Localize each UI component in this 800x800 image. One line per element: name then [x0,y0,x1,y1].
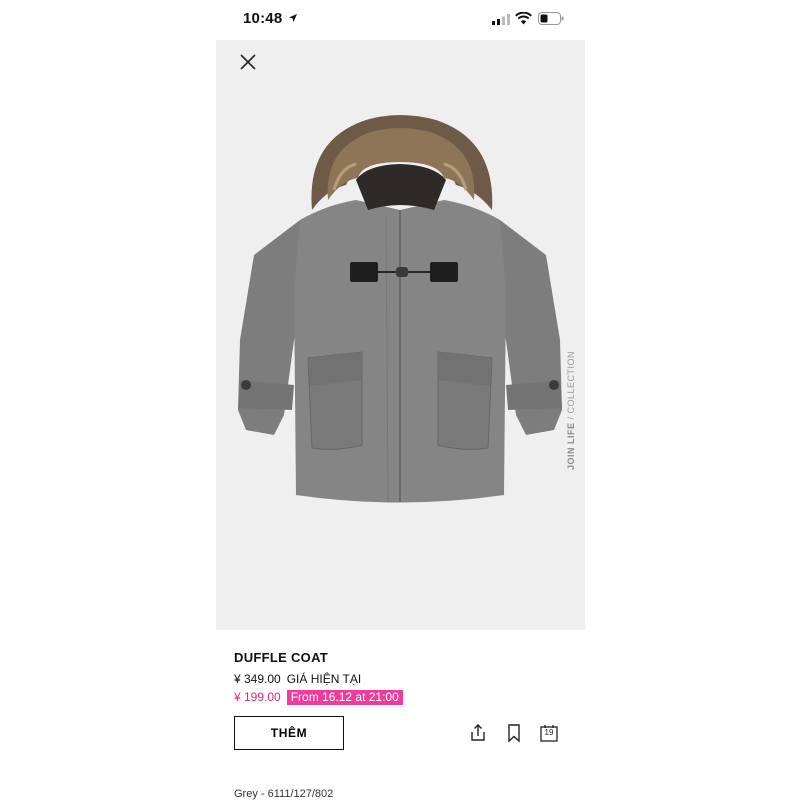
price-note: GIÁ HIỆN TẠI [286,672,362,686]
coat-illustration [238,115,562,503]
add-button[interactable]: THÊM [234,716,344,750]
location-arrow-icon [289,14,297,22]
watermark-bold: JOIN LIFE [566,422,576,470]
sale-row: ¥ 199.00 From 16.12 at 21:00 [234,689,574,705]
sale-price: ¥ 199.00 [234,690,281,704]
phone-screen: 10:48 JOIN LIFE / COLLECTION DUFFLE COAT… [216,0,585,800]
product-info: DUFFLE COAT ¥ 349.00 GIÁ HIỆN TẠI ¥ 199.0… [234,650,574,705]
status-time: 10:48 [243,10,283,27]
share-icon[interactable] [468,723,488,743]
size-guide-button[interactable]: 19 [539,723,559,743]
size-guide-number: 19 [544,728,554,737]
status-bar: 10:48 [216,0,585,40]
price-row: ¥ 349.00 GIÁ HIỆN TẠI [234,671,574,687]
battery-icon [538,12,564,25]
product-image: JOIN LIFE / COLLECTION [216,40,585,630]
close-icon[interactable] [238,52,258,72]
collection-watermark: JOIN LIFE / COLLECTION [566,351,576,470]
signal-icon [492,14,510,25]
original-price: ¥ 349.00 [234,672,281,686]
color-reference: Grey - 6111/127/802 [234,788,334,800]
watermark-rest: / COLLECTION [566,350,576,423]
sale-badge: From 16.12 at 21:00 [286,690,403,705]
bookmark-icon[interactable] [504,723,524,743]
wifi-icon [515,12,532,25]
product-title: DUFFLE COAT [234,650,329,665]
